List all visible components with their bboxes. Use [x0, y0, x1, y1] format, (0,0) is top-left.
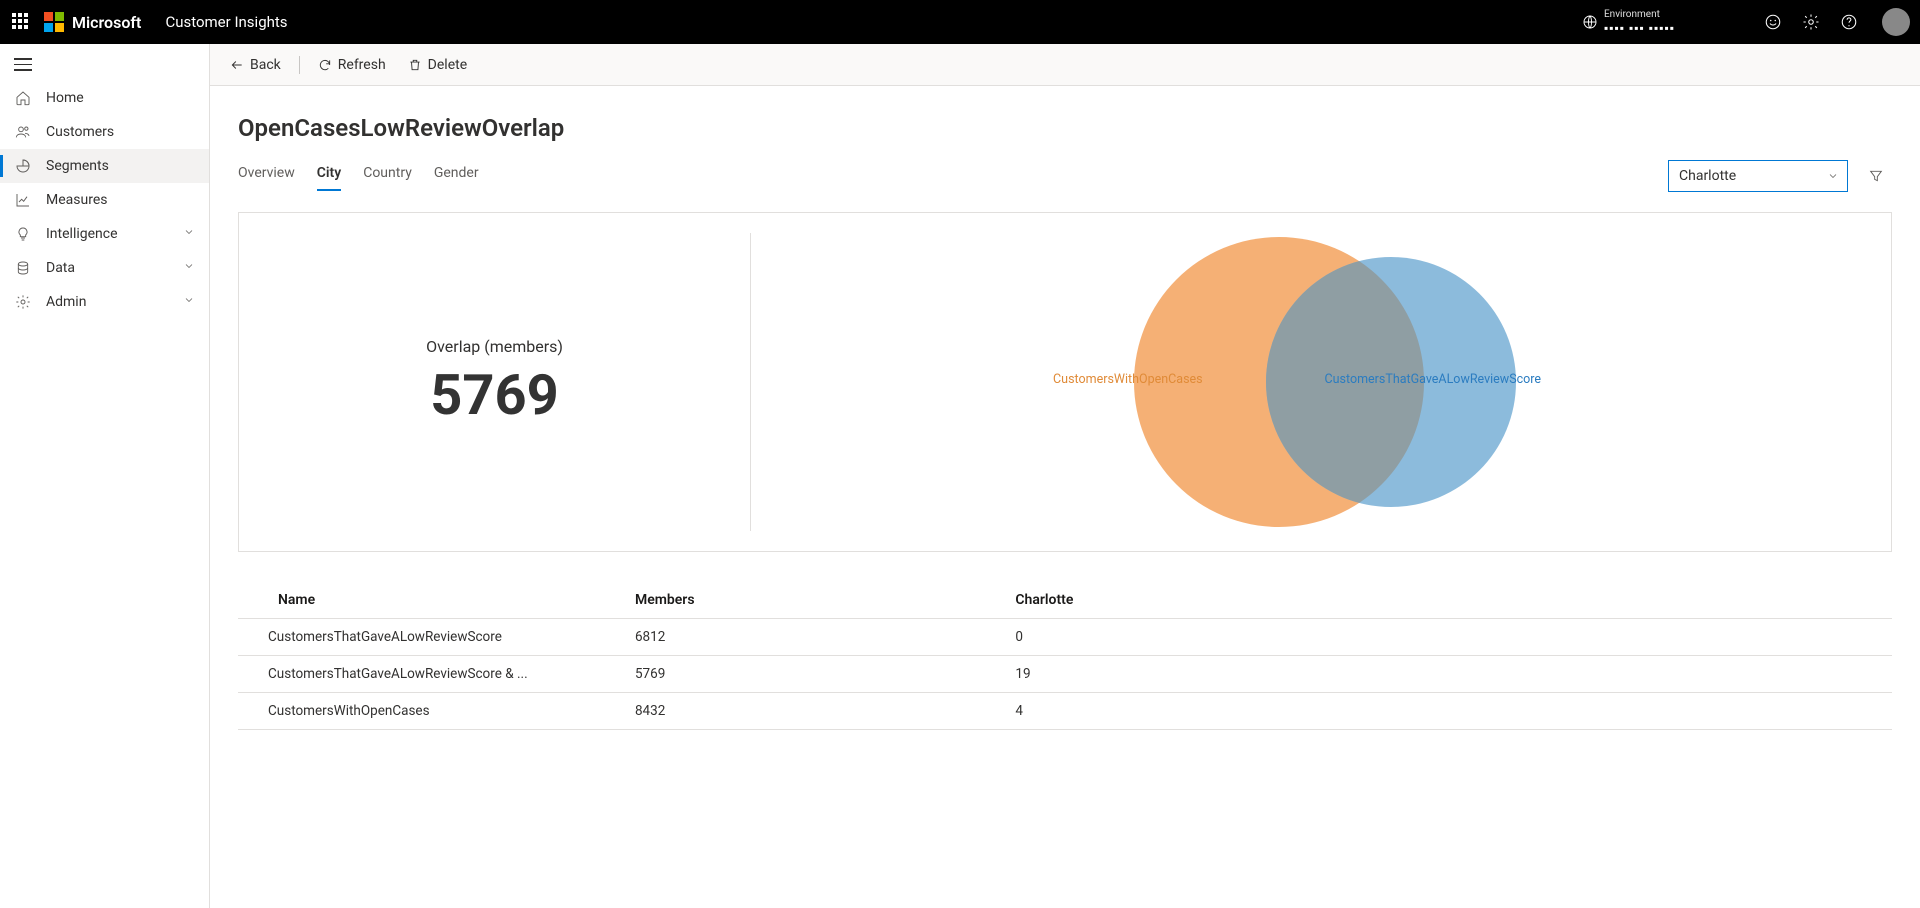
nav-label: Intelligence: [46, 226, 118, 242]
hamburger-button[interactable]: [0, 48, 209, 81]
env-label: Environment: [1604, 10, 1744, 20]
tab-gender[interactable]: Gender: [434, 161, 479, 191]
cell-members: 6812: [635, 629, 1015, 645]
refresh-button[interactable]: Refresh: [310, 53, 394, 77]
arrow-left-icon: [230, 58, 244, 72]
brand-app: Customer Insights: [165, 13, 287, 31]
nav-measures[interactable]: Measures: [0, 183, 209, 217]
venn-panel: CustomersWithOpenCases CustomersThatGave…: [751, 213, 1891, 551]
nav-label: Data: [46, 260, 75, 276]
chevron-down-icon: [183, 226, 195, 242]
main: Back Refresh Delete OpenCasesLowReviewOv…: [210, 44, 1920, 908]
nav-label: Admin: [46, 294, 86, 310]
tab-overview[interactable]: Overview: [238, 161, 295, 191]
waffle-icon[interactable]: [12, 13, 30, 31]
globe-icon: [1582, 14, 1598, 30]
ms-logo-icon: [44, 12, 64, 32]
attribute-dropdown[interactable]: Charlotte: [1668, 160, 1848, 192]
smile-feedback-icon[interactable]: [1764, 13, 1782, 31]
nav-label: Segments: [46, 158, 109, 174]
refresh-icon: [318, 58, 332, 72]
filter-button[interactable]: [1860, 160, 1892, 192]
nav-segments[interactable]: Segments: [0, 149, 209, 183]
cmd-label: Refresh: [338, 57, 386, 73]
filter-icon: [1868, 168, 1884, 184]
back-button[interactable]: Back: [222, 53, 289, 77]
cell-name: CustomersWithOpenCases: [238, 703, 635, 719]
table-header: Name Members Charlotte: [238, 582, 1892, 619]
separator: [299, 56, 300, 74]
database-icon: [14, 259, 32, 277]
nav-home[interactable]: Home: [0, 81, 209, 115]
nav-intelligence[interactable]: Intelligence: [0, 217, 209, 251]
cmd-label: Back: [250, 57, 281, 73]
chevron-down-icon: [1827, 170, 1839, 182]
metric-value: 5769: [430, 362, 559, 428]
nav-data[interactable]: Data: [0, 251, 209, 285]
delete-button[interactable]: Delete: [400, 53, 475, 77]
nav-admin[interactable]: Admin: [0, 285, 209, 319]
table-row[interactable]: CustomersThatGaveALowReviewScore & ... 5…: [238, 656, 1892, 693]
nav-customers[interactable]: Customers: [0, 115, 209, 149]
venn-right-label: CustomersThatGaveALowReviewScore: [1325, 372, 1542, 387]
metric-panel: Overlap (members) 5769: [239, 233, 751, 531]
home-icon: [14, 89, 32, 107]
dropdown-value: Charlotte: [1679, 168, 1736, 184]
chevron-down-icon: [183, 294, 195, 310]
cell-attr: 0: [1015, 629, 1892, 645]
cell-members: 5769: [635, 666, 1015, 682]
table-row[interactable]: CustomersWithOpenCases 8432 4: [238, 693, 1892, 730]
command-bar: Back Refresh Delete: [210, 44, 1920, 86]
tabs-row: Overview City Country Gender Charlotte: [238, 160, 1892, 192]
cmd-label: Delete: [428, 57, 467, 73]
col-attribute[interactable]: Charlotte: [1015, 592, 1892, 608]
col-name[interactable]: Name: [238, 592, 635, 608]
environment-picker[interactable]: Environment ▪▪▪▪ ▪▪▪ ▪▪▪▪▪: [1582, 10, 1744, 34]
tab-country[interactable]: Country: [363, 161, 412, 191]
venn-diagram: CustomersWithOpenCases CustomersThatGave…: [1111, 232, 1531, 532]
metric-label: Overlap (members): [426, 337, 563, 356]
sidebar: Home Customers Segments Measures Intelli…: [0, 44, 210, 908]
pie-icon: [14, 157, 32, 175]
cell-name: CustomersThatGaveALowReviewScore & ...: [238, 666, 635, 682]
cell-attr: 4: [1015, 703, 1892, 719]
cell-name: CustomersThatGaveALowReviewScore: [238, 629, 635, 645]
col-members[interactable]: Members: [635, 592, 1015, 608]
trash-icon: [408, 58, 422, 72]
page-title: OpenCasesLowReviewOverlap: [238, 114, 1892, 142]
nav-label: Home: [46, 90, 84, 106]
overlap-card: Overlap (members) 5769: [238, 212, 1892, 552]
lightbulb-icon: [14, 225, 32, 243]
nav-label: Customers: [46, 124, 114, 140]
help-icon[interactable]: [1840, 13, 1858, 31]
nav-label: Measures: [46, 192, 107, 208]
segments-table: Name Members Charlotte CustomersThatGave…: [238, 582, 1892, 730]
cell-members: 8432: [635, 703, 1015, 719]
brand-ms: Microsoft: [72, 13, 141, 32]
env-value: ▪▪▪▪ ▪▪▪ ▪▪▪▪▪: [1604, 22, 1744, 34]
people-icon: [14, 123, 32, 141]
venn-left-label: CustomersWithOpenCases: [1053, 372, 1203, 387]
chart-icon: [14, 191, 32, 209]
chevron-down-icon: [183, 260, 195, 276]
tab-city[interactable]: City: [317, 161, 341, 191]
user-avatar[interactable]: [1882, 8, 1910, 36]
gear-icon[interactable]: [1802, 13, 1820, 31]
gear-icon: [14, 293, 32, 311]
cell-attr: 19: [1015, 666, 1892, 682]
top-header: Microsoft Customer Insights Environment …: [0, 0, 1920, 44]
table-row[interactable]: CustomersThatGaveALowReviewScore 6812 0: [238, 619, 1892, 656]
